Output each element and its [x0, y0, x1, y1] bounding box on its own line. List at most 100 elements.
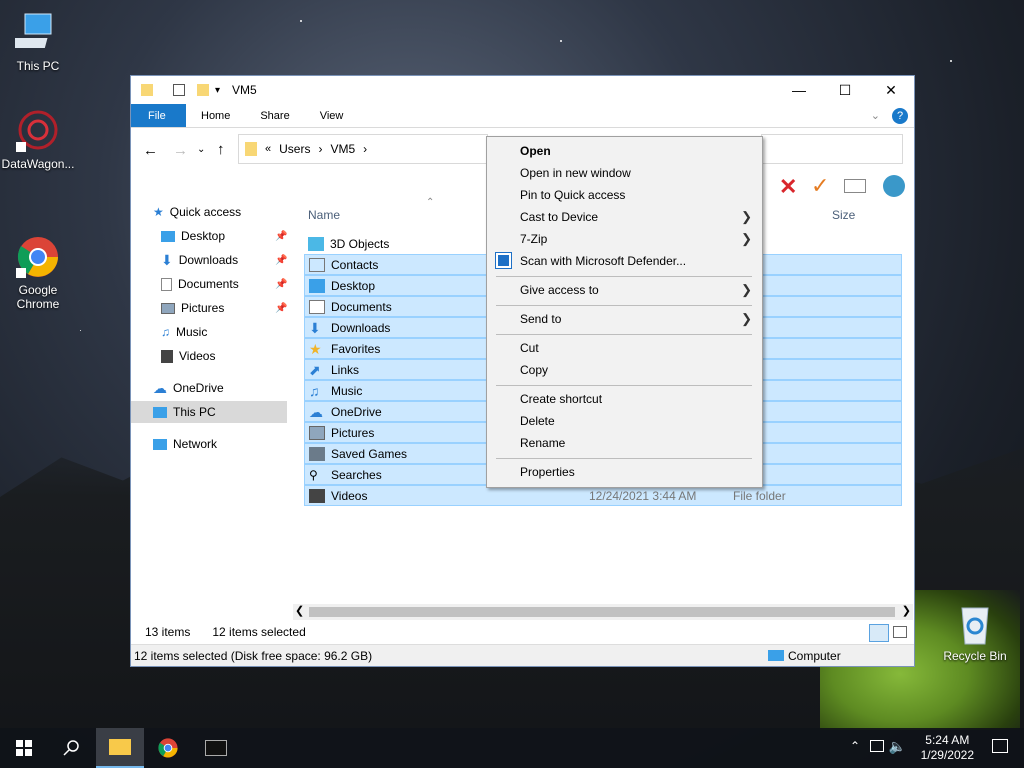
defender-icon	[495, 252, 512, 269]
menu-item-open[interactable]: Open	[487, 140, 762, 162]
breadcrumb-root[interactable]: «	[265, 143, 271, 155]
file-name: Saved Games	[331, 446, 408, 461]
menu-item-cut[interactable]: Cut	[487, 337, 762, 359]
help-icon[interactable]: ?	[886, 104, 914, 127]
search-box[interactable]	[761, 134, 903, 164]
folder-icon	[141, 84, 153, 96]
taskbar-terminal[interactable]	[192, 728, 240, 768]
scroll-right-icon[interactable]: ❯	[902, 604, 911, 617]
minimize-button[interactable]: —	[776, 76, 822, 104]
menu-separator	[496, 334, 752, 335]
desktop-icon	[309, 278, 325, 293]
breadcrumb-users[interactable]: Users	[279, 142, 310, 156]
tab-file[interactable]: File	[131, 104, 186, 127]
desktop-icon-recycle-bin[interactable]: Recycle Bin	[937, 600, 1013, 663]
maximize-button[interactable]: ☐	[822, 76, 868, 104]
nav-item-documents[interactable]: Documents 📌	[161, 273, 287, 295]
menu-item-copy[interactable]: Copy	[487, 359, 762, 381]
checkmark-icon[interactable]: ✓	[811, 173, 829, 199]
breadcrumb-vm5[interactable]: VM5	[330, 142, 355, 156]
search-icon	[63, 740, 79, 756]
new-folder-icon[interactable]	[197, 84, 209, 96]
column-header-name[interactable]: Name	[308, 208, 340, 222]
show-hidden-icons[interactable]: ⌃	[850, 739, 860, 753]
file-name: Music	[331, 383, 363, 398]
address-bar[interactable]: « Users › VM5 ›	[238, 134, 488, 164]
taskbar-file-explorer[interactable]	[96, 728, 144, 768]
menu-item-pin-quick-access[interactable]: Pin to Quick access	[487, 184, 762, 206]
scroll-left-icon[interactable]: ❮	[295, 604, 304, 617]
menu-separator	[496, 276, 752, 277]
title-bar[interactable]: ▾ VM5 — ☐ ✕	[131, 76, 914, 104]
expand-ribbon-icon[interactable]: ⌄	[865, 104, 886, 127]
submenu-arrow-icon: ❯	[741, 231, 752, 246]
menu-item-rename[interactable]: Rename	[487, 432, 762, 454]
nav-item-music[interactable]: ♫ Music	[161, 321, 207, 343]
up-button[interactable]: ↑	[217, 141, 225, 158]
file-name: Searches	[331, 467, 382, 482]
clock-time: 5:24 AM	[925, 733, 970, 747]
menu-item-7zip[interactable]: 7-Zip ❯	[487, 228, 762, 250]
nav-item-onedrive[interactable]: ☁ OneDrive	[153, 377, 224, 399]
volume-muted-icon[interactable]: 🔈	[889, 738, 906, 755]
desktop-icon-chrome[interactable]: Google Chrome	[0, 206, 76, 325]
pin-icon[interactable]: 📌	[275, 255, 287, 266]
forward-button[interactable]: →	[173, 142, 188, 159]
back-button[interactable]: ←	[143, 142, 158, 159]
nav-item-quick-access[interactable]: ★ Quick access	[153, 201, 241, 223]
submenu-arrow-icon: ❯	[741, 282, 752, 297]
properties-icon[interactable]	[173, 84, 185, 96]
action-center-icon[interactable]	[992, 739, 1008, 753]
desktop-icon-this-pc[interactable]: This PC	[0, 10, 76, 73]
column-header-size[interactable]: Size	[832, 208, 855, 222]
shell-icon[interactable]	[883, 175, 905, 197]
recent-locations-icon[interactable]: ⌄	[197, 144, 205, 155]
clock-date: 1/29/2022	[920, 748, 974, 762]
star	[560, 40, 562, 42]
tab-share[interactable]: Share	[245, 104, 304, 127]
close-button[interactable]: ✕	[868, 76, 914, 104]
tab-home[interactable]: Home	[186, 104, 245, 127]
menu-item-send-to[interactable]: Send to ❯	[487, 308, 762, 330]
list-item[interactable]: Videos 12/24/2021 3:44 AM File folder	[304, 485, 902, 506]
envelope-icon[interactable]	[844, 179, 866, 193]
start-button[interactable]	[0, 728, 48, 768]
nav-item-this-pc[interactable]: This PC	[131, 401, 287, 423]
cancel-red-x-icon[interactable]: ✕	[779, 174, 797, 200]
nav-item-label: This PC	[173, 405, 216, 419]
details-view-icon[interactable]	[869, 624, 889, 642]
network-status-icon[interactable]	[870, 740, 884, 752]
menu-item-create-shortcut[interactable]: Create shortcut	[487, 388, 762, 410]
taskbar-chrome[interactable]	[144, 728, 192, 768]
menu-item-give-access[interactable]: Give access to ❯	[487, 279, 762, 301]
customize-qat-icon[interactable]: ▾	[215, 85, 220, 96]
tab-view[interactable]: View	[305, 104, 359, 127]
picture-icon	[161, 302, 175, 314]
menu-item-properties[interactable]: Properties	[487, 461, 762, 483]
saved-games-icon	[309, 446, 325, 461]
menu-item-open-new-window[interactable]: Open in new window	[487, 162, 762, 184]
pin-icon[interactable]: 📌	[275, 231, 287, 242]
menu-separator	[496, 458, 752, 459]
nav-item-pictures[interactable]: Pictures 📌	[161, 297, 287, 319]
desktop-icon-label: Google Chrome	[16, 283, 60, 311]
system-clock[interactable]: 5:24 AM 1/29/2022	[921, 733, 974, 763]
horizontal-scrollbar[interactable]: ❮ ❯	[293, 604, 913, 620]
scroll-thumb[interactable]	[309, 607, 895, 617]
desktop-icon-datawagon[interactable]: DataWagon...	[0, 108, 76, 171]
pin-icon[interactable]: 📌	[275, 303, 287, 314]
submenu-arrow-icon: ❯	[741, 311, 752, 326]
selected-count: 12 items selected	[212, 625, 306, 639]
nav-item-network[interactable]: Network	[153, 433, 217, 455]
large-icons-view-icon[interactable]	[893, 626, 907, 638]
submenu-arrow-icon: ❯	[741, 209, 752, 224]
nav-item-label: Music	[176, 325, 208, 339]
pin-icon[interactable]: 📌	[275, 279, 287, 290]
search-button[interactable]	[48, 728, 96, 768]
menu-item-delete[interactable]: Delete	[487, 410, 762, 432]
nav-item-videos[interactable]: Videos	[161, 345, 215, 367]
nav-item-desktop[interactable]: Desktop 📌	[161, 225, 287, 247]
nav-item-downloads[interactable]: ⬇ Downloads 📌	[161, 249, 287, 271]
menu-item-cast-to-device[interactable]: Cast to Device ❯	[487, 206, 762, 228]
menu-item-scan-defender[interactable]: Scan with Microsoft Defender...	[487, 250, 762, 272]
